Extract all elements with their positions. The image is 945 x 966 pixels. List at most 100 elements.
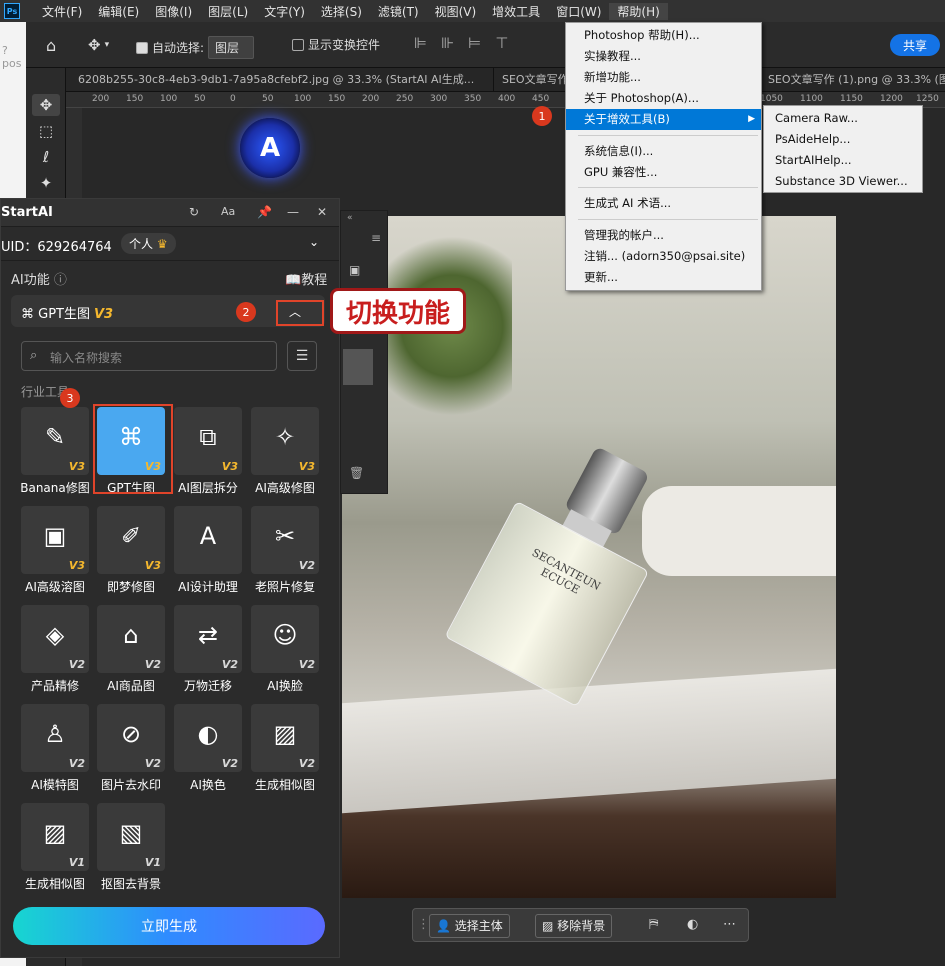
menu-item-whats-new[interactable]: 新增功能...	[566, 67, 761, 88]
tool-name[interactable]: 生成相似图	[15, 875, 95, 892]
tool-name[interactable]: 抠图去背景	[91, 875, 171, 892]
tool-tile[interactable]: ▨ V2	[251, 704, 319, 772]
tool-tile[interactable]: ◈ V2	[21, 605, 89, 673]
tool-tile[interactable]: ✐ V3	[97, 506, 165, 574]
marquee-tool-icon[interactable]: ⬚	[32, 120, 60, 142]
tool-name[interactable]: AI设计助理	[168, 578, 248, 595]
close-icon[interactable]: ✕	[317, 205, 327, 219]
align-top-icon[interactable]: ⊤	[495, 34, 508, 52]
align-left-icon[interactable]: ⊫	[414, 34, 427, 52]
tool-name[interactable]: AI图层拆分	[168, 479, 248, 496]
tool-name[interactable]: 生成相似图	[245, 776, 325, 793]
menu-help[interactable]: 帮助(H)	[609, 2, 668, 20]
menu-file[interactable]: 文件(F)	[34, 3, 90, 20]
list-view-icon[interactable]: ☰	[287, 341, 317, 371]
search-input[interactable]: ⌕ 输入名称搜索	[21, 341, 277, 371]
tool-tile[interactable]: ▧ V1	[97, 803, 165, 871]
tool-name[interactable]: 即梦修图	[91, 578, 171, 595]
menu-item-sign-out[interactable]: 注销... (adorn350@psai.site)	[566, 246, 761, 267]
layer-icon[interactable]: ▣	[349, 263, 360, 277]
select-subject-button[interactable]: 👤 选择主体	[429, 914, 510, 938]
tool-name[interactable]: Banana修图	[15, 479, 95, 496]
tool-tile[interactable]: ⇄ V2	[174, 605, 242, 673]
menu-item-about-photoshop[interactable]: 关于 Photoshop(A)...	[566, 88, 761, 109]
tool-tile[interactable]: ♙ V2	[21, 704, 89, 772]
menu-plugins[interactable]: 增效工具	[484, 3, 548, 20]
menu-item-gpu[interactable]: GPU 兼容性...	[566, 162, 761, 183]
trash-icon[interactable]: 🗑	[349, 466, 364, 480]
tool-name[interactable]: AI高级修图	[245, 479, 325, 496]
submenu-item-startaihelp[interactable]: StartAIHelp...	[764, 150, 922, 171]
layer-thumbnail[interactable]	[343, 349, 373, 385]
move-tool-icon[interactable]: ✥ ▾	[88, 36, 109, 54]
minimize-icon[interactable]: —	[287, 205, 299, 219]
chevron-down-icon[interactable]: ⌄	[309, 235, 319, 249]
more-icon[interactable]: ⋯	[723, 917, 736, 932]
tool-name[interactable]: 产品精修	[15, 677, 95, 694]
menu-type[interactable]: 文字(Y)	[256, 3, 313, 20]
tool-tile[interactable]: ✂ V2	[251, 506, 319, 574]
tool-name[interactable]: AI换色	[168, 776, 248, 793]
tool-tile[interactable]: ⧉ V3	[174, 407, 242, 475]
tool-tile[interactable]: ✎ V3	[21, 407, 89, 475]
tool-name[interactable]: AI商品图	[91, 677, 171, 694]
home-icon[interactable]: ⌂	[46, 36, 56, 55]
submenu-item-psaidehelp[interactable]: PsAideHelp...	[764, 129, 922, 150]
tab-document-1[interactable]: 6208b255-30c8-4eb3-9db1-7a95a8cfebf2.jpg…	[70, 68, 494, 91]
remove-bg-button[interactable]: ▨ 移除背景	[535, 914, 613, 938]
transform-icon[interactable]: ⛿	[649, 917, 658, 932]
tool-tile[interactable]: ⊘ V2	[97, 704, 165, 772]
show-transform-checkbox[interactable]	[292, 38, 304, 51]
menu-item-about-plugins[interactable]: 关于增效工具(B) ▶	[566, 109, 761, 130]
lasso-tool-icon[interactable]: ℓ	[32, 146, 60, 168]
menu-filter[interactable]: 滤镜(T)	[370, 3, 427, 20]
plan-badge[interactable]: 个人 ♛	[121, 233, 176, 254]
menu-item-updates[interactable]: 更新...	[566, 267, 761, 288]
tool-tile[interactable]: ▨ V1	[21, 803, 89, 871]
tool-name[interactable]: 万物迁移	[168, 677, 248, 694]
auto-select-dropdown[interactable]: 图层	[208, 36, 255, 59]
magic-wand-tool-icon[interactable]: ✦	[32, 172, 60, 194]
pin-icon[interactable]: 📌	[257, 205, 272, 219]
menu-image[interactable]: 图像(I)	[147, 3, 200, 20]
auto-select-checkbox[interactable]	[136, 41, 148, 54]
menu-layer[interactable]: 图层(L)	[200, 3, 256, 20]
tool-tile[interactable]: ⌂ V2	[97, 605, 165, 673]
tool-tile[interactable]: ✧ V3	[251, 407, 319, 475]
menu-item-tutorials[interactable]: 实操教程...	[566, 46, 761, 67]
adjustment-icon[interactable]: ◐	[687, 917, 698, 932]
menu-select[interactable]: 选择(S)	[313, 3, 370, 20]
menu-item-manage-account[interactable]: 管理我的帐户...	[566, 225, 761, 246]
panel-menu-icon[interactable]: ≡	[371, 231, 381, 245]
tool-name[interactable]: 老照片修复	[245, 578, 325, 595]
tool-name[interactable]: 图片去水印	[91, 776, 171, 793]
menu-item-gen-ai-terms[interactable]: 生成式 AI 术语...	[566, 193, 761, 214]
tool-tile[interactable]: ◐ V2	[174, 704, 242, 772]
submenu-item-camera-raw[interactable]: Camera Raw...	[764, 108, 922, 129]
move-tool-icon[interactable]: ✥	[32, 94, 60, 116]
font-size-icon[interactable]: Aa	[221, 205, 235, 218]
tool-tile[interactable]: ☺ V2	[251, 605, 319, 673]
collapse-icon[interactable]: «	[347, 213, 353, 223]
menu-view[interactable]: 视图(V)	[427, 3, 485, 20]
info-icon[interactable]: ⓘ	[54, 273, 67, 288]
refresh-icon[interactable]: ↻	[189, 205, 199, 219]
tool-name[interactable]: AI模特图	[15, 776, 95, 793]
align-right-icon[interactable]: ⊨	[468, 34, 481, 52]
menu-edit[interactable]: 编辑(E)	[90, 3, 147, 20]
tool-tile[interactable]: ▣ V3	[21, 506, 89, 574]
tutorial-link[interactable]: 📖教程	[285, 269, 327, 288]
menu-window[interactable]: 窗口(W)	[548, 3, 609, 20]
align-icons[interactable]: ⊫ ⊪ ⊨ ⊤	[414, 34, 508, 52]
menu-item-photoshop-help[interactable]: Photoshop 帮助(H)...	[566, 25, 761, 46]
tool-tile[interactable]: A	[174, 506, 242, 574]
align-center-icon[interactable]: ⊪	[441, 34, 454, 52]
generate-button[interactable]: 立即生成	[13, 907, 325, 945]
tab-document-3[interactable]: SEO文章写作 (1).png @ 33.3% (图	[760, 68, 945, 91]
share-button[interactable]: 共享	[890, 34, 940, 56]
submenu-item-substance[interactable]: Substance 3D Viewer...	[764, 171, 922, 192]
tool-name[interactable]: AI换脸	[245, 677, 325, 694]
tool-version: V2	[144, 757, 161, 770]
menu-item-system-info[interactable]: 系统信息(I)...	[566, 141, 761, 162]
tool-name[interactable]: AI高级溶图	[15, 578, 95, 595]
